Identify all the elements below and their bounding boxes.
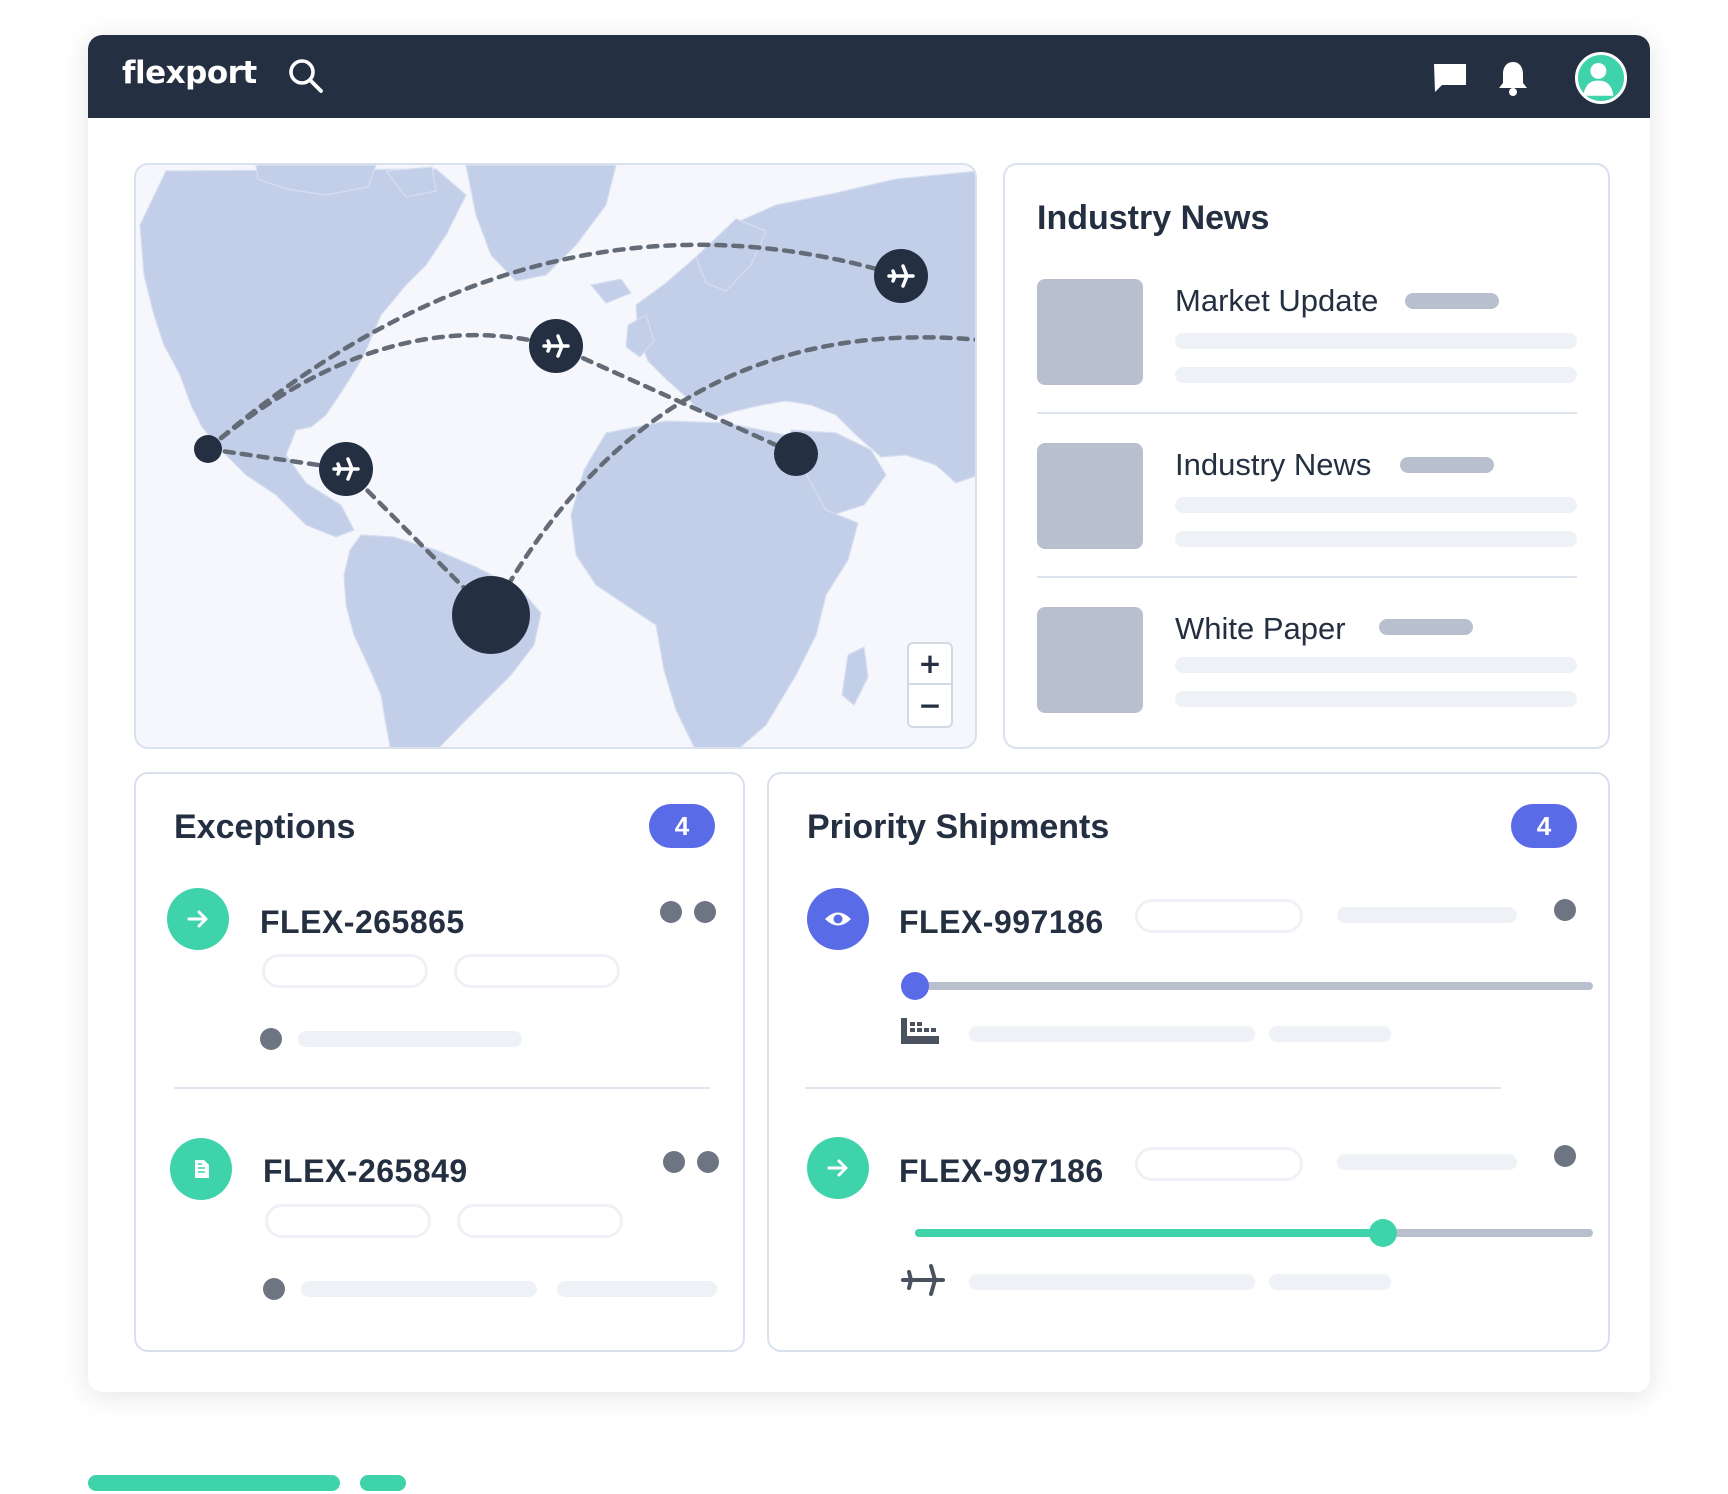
plane-marker[interactable]: [529, 319, 583, 373]
chat-icon[interactable]: [1432, 61, 1468, 95]
news-thumbnail: [1037, 443, 1143, 549]
world-map[interactable]: [136, 165, 977, 749]
flexport-logo[interactable]: flexport: [122, 55, 257, 91]
progress-indicator-long: [88, 1475, 340, 1491]
search-icon[interactable]: [287, 57, 325, 95]
status-dot: [1554, 899, 1576, 921]
priority-title: Priority Shipments: [807, 808, 1110, 846]
text-line: [557, 1281, 717, 1297]
news-item-label: Market Update: [1175, 283, 1379, 318]
status-dot: [263, 1278, 285, 1300]
shipment-progress-track: [915, 982, 1593, 990]
text-line: [298, 1031, 522, 1047]
tag-pill: [457, 1204, 623, 1238]
status-dot: [663, 1151, 685, 1173]
news-item-label: Industry News: [1175, 447, 1372, 482]
status-dot: [260, 1028, 282, 1050]
shipment-id[interactable]: FLEX-997186: [899, 904, 1104, 941]
news-title: Industry News: [1037, 199, 1270, 237]
arrow-right-icon[interactable]: [807, 1137, 869, 1199]
ship-icon: [901, 1018, 939, 1044]
news-item[interactable]: Market Update: [1037, 279, 1577, 387]
tag-pill: [454, 954, 620, 988]
plane-marker[interactable]: [319, 442, 373, 496]
industry-news-panel: Industry News Market Update Industry New…: [1003, 163, 1610, 749]
destination-port[interactable]: [774, 432, 818, 476]
exceptions-divider: [174, 1087, 710, 1089]
news-text-line: [1175, 333, 1577, 349]
news-thumbnail: [1037, 279, 1143, 385]
shipment-progress-knob[interactable]: [1368, 1219, 1397, 1247]
news-text-line: [1175, 531, 1577, 547]
news-tag: [1400, 457, 1494, 473]
user-avatar[interactable]: [1575, 52, 1627, 104]
shipment-map[interactable]: + −: [134, 163, 977, 749]
priority-divider: [805, 1087, 1501, 1089]
news-thumbnail: [1037, 607, 1143, 713]
arrow-right-icon[interactable]: [167, 888, 229, 950]
eye-icon[interactable]: [807, 888, 869, 950]
tag-pill: [262, 954, 428, 988]
app-window: flexport + − Industry News Market Update…: [88, 35, 1650, 1392]
plane-icon: [901, 1264, 945, 1296]
exceptions-title: Exceptions: [174, 808, 356, 846]
text-line: [1337, 907, 1517, 923]
top-nav-bar: flexport: [88, 35, 1650, 118]
news-item-label: White Paper: [1175, 611, 1346, 646]
exception-id[interactable]: FLEX-265865: [260, 904, 465, 941]
text-line: [1269, 1274, 1391, 1290]
status-dot: [697, 1151, 719, 1173]
shipment-progress-knob[interactable]: [901, 972, 929, 1000]
text-line: [1269, 1026, 1391, 1042]
news-text-line: [1175, 657, 1577, 673]
text-line: [969, 1274, 1255, 1290]
user-icon: [1583, 62, 1614, 96]
tag-pill: [1135, 1147, 1303, 1181]
origin-port[interactable]: [194, 435, 222, 463]
hub-port[interactable]: [452, 576, 530, 654]
news-tag: [1379, 619, 1473, 635]
status-dot: [660, 901, 682, 923]
status-dot: [694, 901, 716, 923]
plane-marker[interactable]: [874, 249, 928, 303]
status-dot: [1554, 1145, 1576, 1167]
news-text-line: [1175, 367, 1577, 383]
priority-count-badge: 4: [1511, 804, 1577, 848]
news-item[interactable]: Industry News: [1037, 443, 1577, 551]
exception-id[interactable]: FLEX-265849: [263, 1153, 468, 1190]
text-line: [301, 1281, 537, 1297]
news-divider: [1037, 412, 1577, 414]
news-item[interactable]: White Paper: [1037, 607, 1577, 715]
news-divider: [1037, 576, 1577, 578]
tag-pill: [265, 1204, 431, 1238]
exceptions-panel: Exceptions 4 FLEX-265865 FLEX-265849: [134, 772, 745, 1352]
bell-icon[interactable]: [1497, 59, 1529, 97]
exceptions-count-badge: 4: [649, 804, 715, 848]
shipment-progress-fill: [915, 1229, 1383, 1237]
progress-indicator-short: [360, 1475, 406, 1491]
shipment-id[interactable]: FLEX-997186: [899, 1153, 1104, 1190]
news-text-line: [1175, 497, 1577, 513]
text-line: [969, 1026, 1255, 1042]
priority-shipments-panel: Priority Shipments 4 FLEX-997186 FLEX-99…: [767, 772, 1610, 1352]
news-tag: [1405, 293, 1499, 309]
zoom-out-button[interactable]: −: [909, 685, 951, 726]
text-line: [1337, 1154, 1517, 1170]
tag-pill: [1135, 899, 1303, 933]
zoom-in-button[interactable]: +: [909, 644, 951, 685]
news-text-line: [1175, 691, 1577, 707]
document-icon[interactable]: [170, 1138, 232, 1200]
zoom-control: + −: [907, 642, 953, 728]
